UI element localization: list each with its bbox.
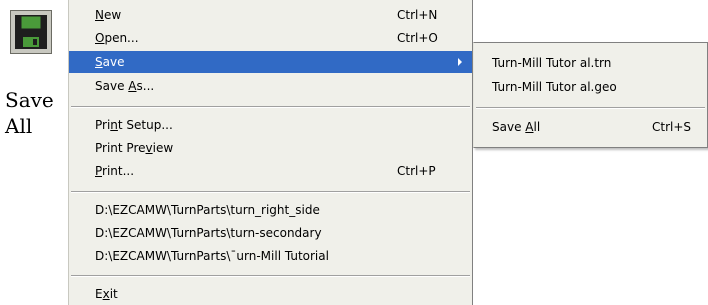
submenu-item-shortcut: Ctrl+S [652,120,692,134]
menu-item-print[interactable]: Print... Ctrl+P [69,160,472,182]
menu-item-recent-file-1[interactable]: D:\EZCAMW\TurnParts\turn_right_side [69,199,472,221]
submenu-item-label: Save All [492,120,541,134]
menu-item-exit[interactable]: Exit [69,283,472,305]
menu-separator [71,191,470,193]
menu-item-label: Save As... [95,79,155,93]
menu-item-shortcut: Ctrl+P [397,164,436,178]
menu-item-label: Print... [95,164,135,178]
menu-item-print-setup[interactable]: Print Setup... [69,114,472,136]
menu-separator [71,275,470,277]
submenu-item-label: Turn-Mill Tutor al.trn [492,56,612,70]
save-submenu: Turn-Mill Tutor al.trn Turn-Mill Tutor a… [473,42,708,148]
menu-item-recent-file-2[interactable]: D:\EZCAMW\TurnParts\turn-secondary [69,222,472,244]
save-all-toolbar-button[interactable] [10,10,52,54]
menu-item-new[interactable]: New Ctrl+N [69,4,472,26]
submenu-item-save-geo[interactable]: Turn-Mill Tutor al.geo [474,76,707,98]
menu-item-label: Exit [95,287,118,301]
caption-line-2: All [5,114,33,138]
toolbar-area: Save All [0,0,68,305]
file-menu: New Ctrl+N Open... Ctrl+O Save Save As..… [68,0,473,305]
menu-item-label: Save [95,55,125,69]
menu-separator [71,106,470,108]
menu-item-label: New [95,8,122,22]
menu-item-label: Print Setup... [95,118,173,132]
caption-line-1: Save [5,88,54,112]
menu-item-label: D:\EZCAMW\TurnParts\turn-secondary [95,226,322,240]
menu-item-label: Print Preview [95,141,174,155]
menu-item-print-preview[interactable]: Print Preview [69,137,472,159]
menu-item-label: Open... [95,31,139,45]
submenu-arrow-icon [458,58,462,66]
save-all-caption: Save All [5,87,65,139]
menu-item-recent-file-3[interactable]: D:\EZCAMW\TurnParts\¯urn-Mill Tutorial [69,245,472,267]
menu-item-save[interactable]: Save [69,51,472,73]
menu-item-label: D:\EZCAMW\TurnParts\turn_right_side [95,203,320,217]
submenu-item-label: Turn-Mill Tutor al.geo [492,80,617,94]
menu-item-shortcut: Ctrl+O [397,31,438,45]
submenu-item-save-trn[interactable]: Turn-Mill Tutor al.trn [474,52,707,74]
menu-item-save-as[interactable]: Save As... [69,75,472,97]
menu-item-label: D:\EZCAMW\TurnParts\¯urn-Mill Tutorial [95,249,329,263]
menu-item-shortcut: Ctrl+N [397,8,438,22]
menu-item-open[interactable]: Open... Ctrl+O [69,27,472,49]
floppy-disk-icon [15,15,47,49]
submenu-separator [476,107,705,109]
submenu-item-save-all[interactable]: Save All Ctrl+S [474,116,707,138]
